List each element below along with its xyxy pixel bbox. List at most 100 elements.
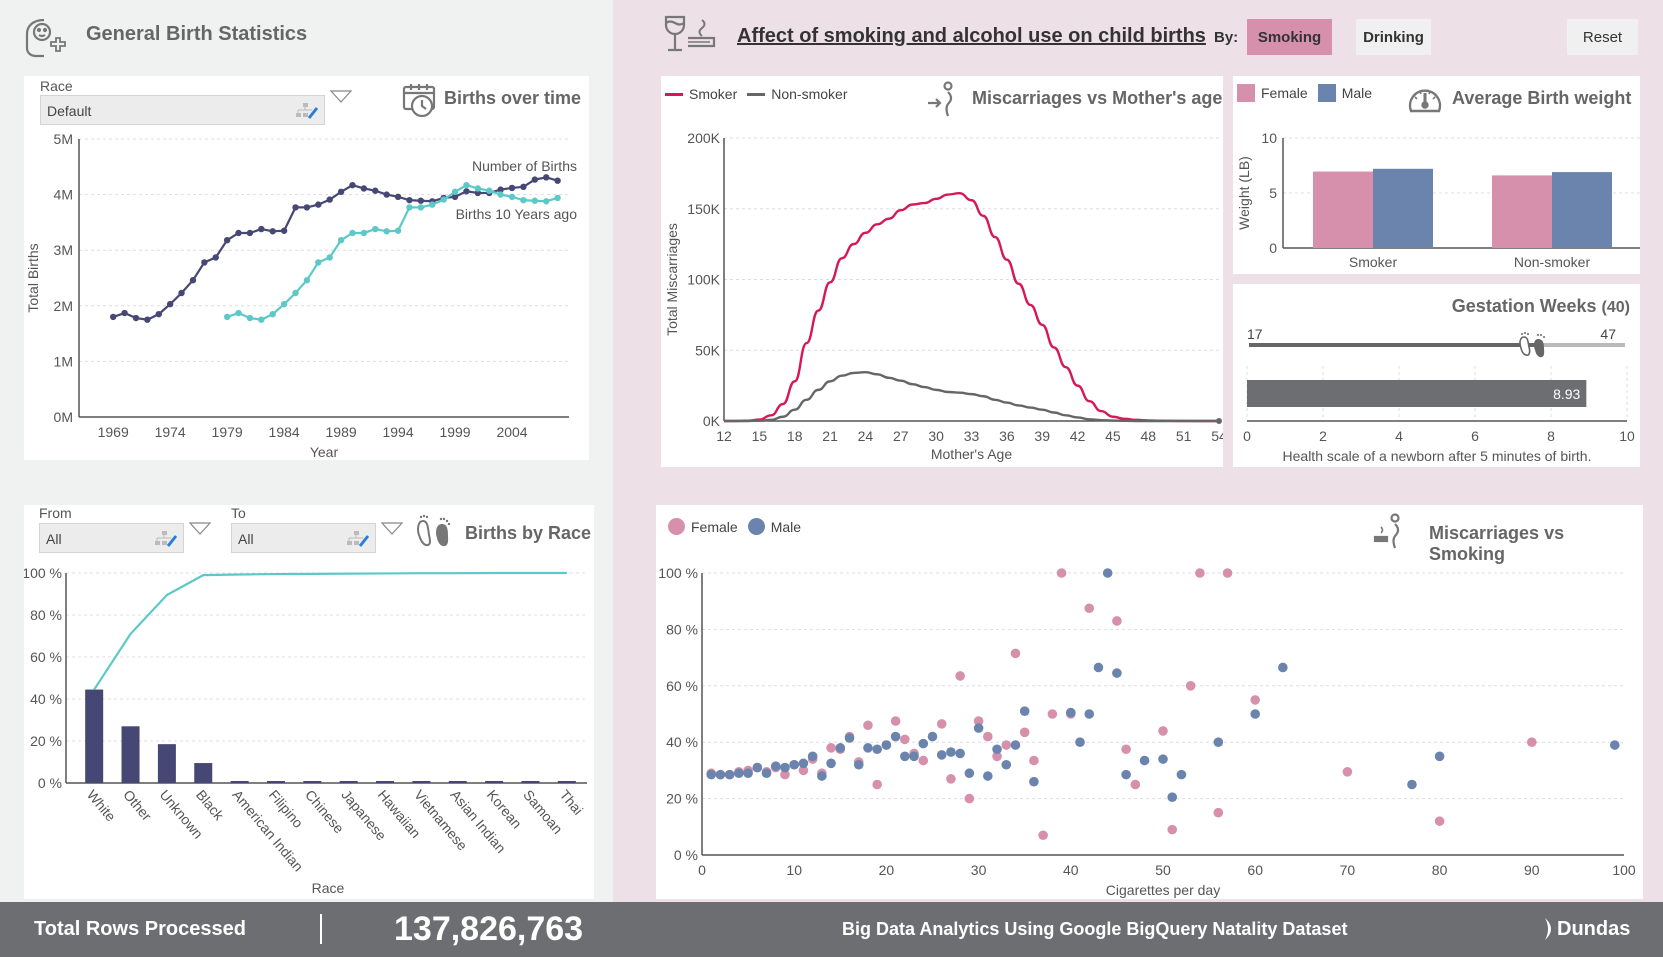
scatter-point-female bbox=[1029, 755, 1039, 766]
data-point bbox=[372, 187, 379, 194]
y-tick-label: 10 bbox=[1261, 130, 1277, 146]
y-tick-label: 5M bbox=[54, 131, 73, 147]
scatter-point-male bbox=[807, 751, 818, 762]
scatter-point-male bbox=[826, 758, 836, 769]
scatter-point-female bbox=[1213, 807, 1224, 818]
scatter-point-male bbox=[863, 743, 873, 753]
y-axis-title: Weight (LB) bbox=[1236, 156, 1252, 230]
scatter-point-male bbox=[1609, 740, 1620, 750]
data-point bbox=[508, 184, 516, 192]
scatter-point-male bbox=[992, 744, 1002, 755]
scatter-point-male bbox=[1029, 776, 1039, 787]
x-tick-label: 54 bbox=[1211, 428, 1223, 444]
bar-hawaiian bbox=[376, 781, 395, 783]
scatter-point-male bbox=[973, 723, 984, 733]
data-point bbox=[394, 227, 402, 234]
x-axis-title: Year bbox=[310, 444, 339, 460]
data-point bbox=[109, 313, 117, 321]
scatter-point-female bbox=[1001, 740, 1012, 750]
scatter-point-male bbox=[872, 744, 882, 755]
scatter-point-male bbox=[918, 738, 929, 749]
x-tick-label: 4 bbox=[1395, 428, 1403, 444]
footer-caption: Big Data Analytics Using Google BigQuery… bbox=[842, 919, 1348, 939]
data-point bbox=[223, 313, 231, 321]
y-tick-label: 0 % bbox=[38, 775, 62, 791]
miscarriages-smoking-chart: 0 % 20 % 40 % 60 % 80 % 100 % 0 10 20 30 40 50 60 70 8… bbox=[658, 565, 1636, 898]
x-tick-label: Non-smoker bbox=[1514, 254, 1591, 270]
scatter-point-male bbox=[1139, 755, 1150, 766]
scatter-point-male bbox=[1158, 754, 1168, 764]
bar-white bbox=[85, 689, 104, 783]
scatter-point-male bbox=[983, 771, 993, 781]
x-tick-label: 2004 bbox=[496, 424, 527, 440]
data-point bbox=[269, 310, 276, 318]
scatter-point-male bbox=[1407, 779, 1417, 790]
y-tick-label: 1M bbox=[54, 353, 73, 369]
bar-japanese bbox=[339, 781, 358, 783]
section-title-smoking-alcohol[interactable]: Affect of smoking and alcohol use on chi… bbox=[737, 25, 1206, 48]
data-point bbox=[132, 314, 140, 322]
y-tick-label: 20 % bbox=[666, 791, 698, 807]
scatter-point-male bbox=[1066, 707, 1076, 718]
x-axis-title: Race bbox=[312, 880, 345, 896]
y-tick-label: 100 % bbox=[658, 565, 698, 581]
x-tick-label: 20 bbox=[879, 862, 895, 878]
x-tick-label: 1989 bbox=[326, 424, 357, 440]
data-point bbox=[406, 204, 413, 211]
data-point bbox=[463, 188, 470, 195]
data-point bbox=[144, 316, 151, 323]
data-point bbox=[166, 300, 174, 308]
scatter-point-male bbox=[724, 769, 735, 780]
bar-unknown bbox=[157, 744, 176, 783]
scatter-point-male bbox=[1102, 568, 1113, 578]
bar-smoker-male bbox=[1373, 168, 1433, 248]
scatter-point-male bbox=[752, 762, 763, 773]
x-tick-label: 27 bbox=[893, 428, 909, 444]
baby-plus-icon bbox=[22, 14, 66, 58]
data-point bbox=[303, 204, 311, 211]
dundas-logo: Dundas bbox=[1543, 916, 1630, 942]
x-tick-label: 30 bbox=[928, 428, 944, 444]
x-tick-label: 51 bbox=[1176, 428, 1192, 444]
health-score-label: 8.93 bbox=[1553, 386, 1580, 402]
data-point bbox=[246, 314, 254, 322]
scatter-point-male bbox=[789, 759, 799, 770]
y-tick-label: 200K bbox=[687, 130, 720, 146]
end-point bbox=[1216, 418, 1222, 424]
data-point bbox=[178, 289, 185, 297]
data-point bbox=[508, 193, 516, 201]
scatter-point-female bbox=[936, 719, 947, 729]
by-label: By: bbox=[1214, 29, 1239, 46]
reset-button[interactable]: Reset bbox=[1567, 19, 1638, 55]
data-point bbox=[121, 309, 128, 317]
data-point bbox=[554, 177, 561, 184]
births-over-time-chart: 0M 1M 2M 3M 4M 5M 1969 1974 1979 1984 1989 1994 1999… bbox=[25, 131, 577, 460]
footer-divider bbox=[320, 914, 322, 944]
scatter-point-male bbox=[1010, 740, 1021, 750]
bar-thai bbox=[557, 781, 576, 783]
scatter-point-male bbox=[881, 740, 892, 750]
x-tick-label: American Indian bbox=[229, 787, 306, 875]
scatter-point-male bbox=[900, 751, 910, 762]
x-tick-label: 1979 bbox=[212, 424, 243, 440]
data-point bbox=[280, 300, 288, 308]
bar-smoker-female bbox=[1313, 171, 1373, 248]
data-point bbox=[269, 228, 276, 235]
rows-processed-label: Total Rows Processed bbox=[34, 918, 246, 940]
x-tick-label: 1974 bbox=[155, 424, 186, 440]
x-tick-label: Smoker bbox=[1349, 254, 1398, 270]
scatter-point-female bbox=[983, 731, 993, 742]
scatter-point-male bbox=[798, 758, 809, 769]
drinking-toggle-button[interactable]: Drinking bbox=[1356, 19, 1431, 55]
scatter-point-female bbox=[1167, 824, 1178, 835]
data-point bbox=[531, 197, 539, 204]
x-axis-title: Cigarettes per day bbox=[1106, 882, 1220, 898]
data-point bbox=[349, 181, 356, 189]
data-point bbox=[326, 254, 333, 261]
scatter-point-male bbox=[1121, 769, 1131, 780]
scatter-point-female bbox=[1222, 568, 1233, 578]
scatter-point-male bbox=[964, 768, 975, 779]
scatter-point-male bbox=[706, 769, 717, 780]
smoking-toggle-button[interactable]: Smoking bbox=[1247, 19, 1332, 55]
scatter-point-male bbox=[1176, 769, 1187, 780]
